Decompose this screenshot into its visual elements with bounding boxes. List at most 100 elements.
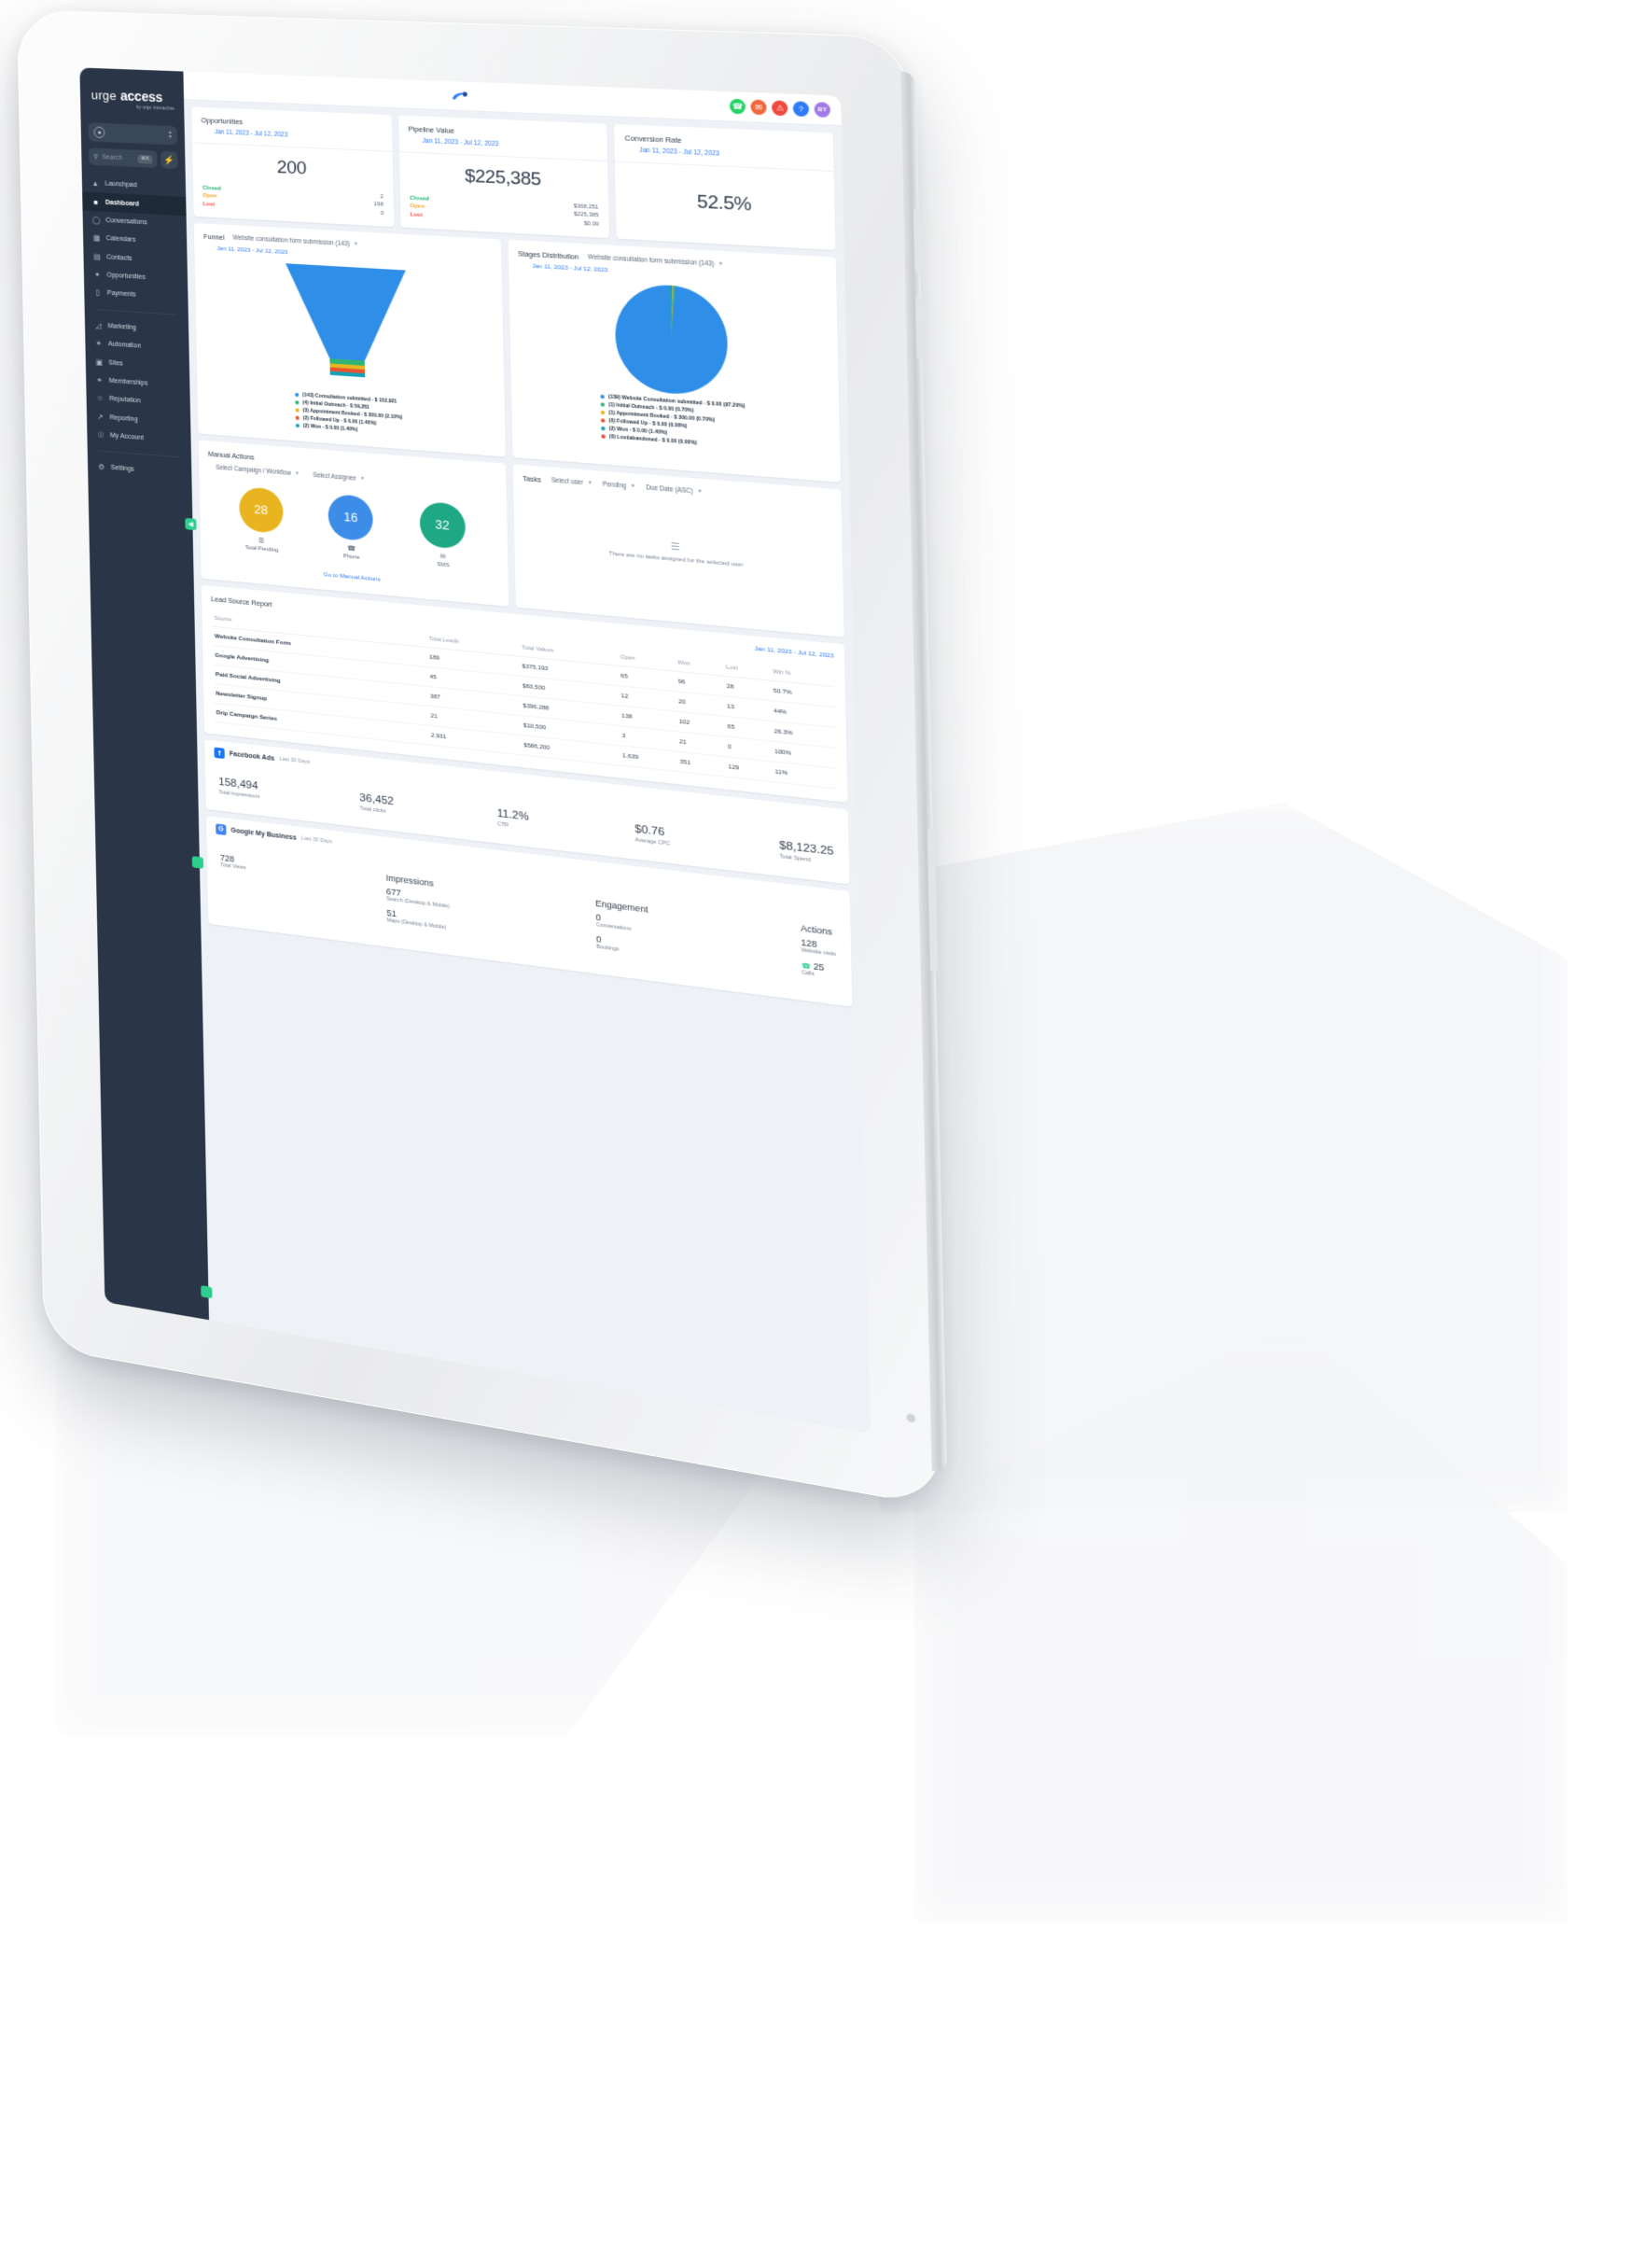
sidebar-nav-settings: ⚙ Settings [88, 457, 192, 484]
gmb-impressions: Impressions 677 Search (Desktop & Mobile… [385, 873, 450, 937]
panel-title: Lead Source Report [211, 594, 272, 609]
kpi-stat-label: Lost [410, 211, 423, 218]
kpi-stat-value: 2 [380, 193, 383, 201]
funnel-body: (143) Consultation submitted - $ 152,921… [203, 251, 495, 444]
panel-title: Funnel [203, 231, 225, 242]
tablet-mockup: urge access by urge interactive ● ▴ ▾ ⚲ S… [17, 9, 947, 1508]
sidebar-item-label: My Account [109, 432, 144, 442]
legend-color-dot [295, 423, 300, 428]
stages-body: (139) Website Consultation submitted - $… [518, 269, 829, 469]
search-shortcut-badge: ⌘K [137, 154, 153, 164]
legend-color-dot [601, 433, 606, 439]
funnel-panel: Funnel Website consultation form submiss… [193, 222, 506, 457]
stat-value: $0.76 [634, 822, 665, 839]
sidebar-divider [98, 450, 180, 458]
legend-color-dot [601, 426, 606, 431]
brand-name-secondary: access [119, 88, 163, 105]
opportunities-icon: ✦ [93, 270, 101, 280]
sidebar-item-label: Contacts [106, 253, 132, 262]
account-icon: ☉ [97, 430, 105, 440]
dropdown-label: Select Assignee [313, 471, 356, 483]
avatar[interactable]: BY [814, 102, 831, 119]
screenshot-root: urge access by urge interactive ● ▴ ▾ ⚲ S… [0, 0, 1631, 2268]
memberships-icon: ⚭ [96, 375, 103, 385]
manual-action-total-pending[interactable]: 28 ☰ Total Pending [238, 485, 284, 554]
charts-row: Funnel Website consultation form submiss… [193, 222, 842, 483]
kpi-stat-value: $225,385 [573, 211, 599, 219]
chat-icon: ◯ [91, 216, 101, 225]
manual-action-sms[interactable]: 32 ✉ SMS [419, 500, 466, 569]
funnel-chart [278, 262, 416, 395]
main-area: ☎ ✉ ⚠ ? BY Opportunities Jan 11, 2023 - … [183, 71, 871, 1434]
sidebar-item-label: Conversations [105, 217, 147, 227]
sidebar-nav-primary: ▲ Launchpad ■ Dashboard ◯ Conversations … [82, 174, 188, 308]
pie-chart [614, 281, 729, 398]
search-icon: ⚲ [93, 153, 99, 161]
sidebar-item-label: Dashboard [105, 199, 140, 208]
assignee-dropdown[interactable]: Select Assignee ▼ [313, 471, 365, 483]
sidebar-item-settings[interactable]: ⚙ Settings [88, 457, 192, 484]
payments-icon: ▯ [95, 288, 100, 298]
sidebar-item-label: Marketing [107, 322, 137, 331]
kpi-stat-value: $0.00 [583, 220, 600, 228]
legend-color-dot [295, 407, 300, 413]
lead-source-date-range[interactable]: Jan 11, 2023 - Jul 12, 2023 [755, 645, 834, 660]
dashboard-content: Opportunities Jan 11, 2023 - Jul 12, 202… [184, 100, 871, 1434]
kpi-stat-label: Closed [202, 185, 221, 192]
chevron-down-icon: ▼ [697, 488, 703, 496]
help-icon[interactable]: ? [792, 101, 810, 118]
sidebar-item-label: Opportunities [106, 272, 146, 282]
gmb-engagement: Engagement 0 Conversations 0 Bookings [595, 898, 649, 962]
legend-color-dot [600, 410, 606, 415]
empty-list-icon: ☰ [670, 540, 680, 553]
notifications-icon[interactable]: ⚠ [771, 100, 788, 117]
dropdown-label: Select Campaign / Workflow [216, 464, 291, 477]
manual-actions-circles: 28 ☰ Total Pending 16 ☎ Phone 32 ✉ SMS [209, 483, 498, 573]
kpi-card-pipeline-value: Pipeline Value Jan 11, 2023 - Jul 12, 20… [397, 115, 610, 238]
kpi-value: $225,385 [464, 165, 542, 190]
stat-average-cpc: $0.76 Average CPC [634, 823, 670, 847]
megaphone-icon: ◿ [95, 320, 102, 330]
account-avatar-icon: ● [93, 126, 105, 139]
app-logo-icon [452, 91, 468, 100]
panel-handle[interactable] [201, 1285, 213, 1299]
panel-handle[interactable] [191, 856, 204, 869]
sidebar-item-label: Automation [107, 341, 142, 350]
announcement-icon[interactable]: ✉ [750, 99, 767, 116]
sidebar-item-label: Calendars [105, 235, 136, 245]
funnel-selector[interactable]: Website consultation form submission (14… [232, 234, 358, 248]
automation-icon: ✶ [95, 339, 102, 349]
chevron-down-icon: ▼ [630, 483, 636, 490]
kpi-value: 200 [276, 157, 307, 179]
sidebar-collapse-handle[interactable]: ◀ [185, 517, 197, 531]
tasks-empty-state: ☰ There are no tasks assigned for the se… [523, 483, 833, 623]
brand-name-primary: urge [91, 88, 118, 104]
legend-color-dot [600, 401, 606, 407]
kpi-stat-value: 0 [380, 210, 384, 217]
reporting-icon: ↗ [97, 412, 104, 422]
chevron-updown-icon: ▴ ▾ [168, 129, 172, 141]
kpi-card-conversion-rate: Conversion Rate Jan 11, 2023 - Jul 12, 2… [614, 123, 836, 250]
account-switcher[interactable]: ● ▴ ▾ [88, 122, 178, 146]
campaign-workflow-dropdown[interactable]: Select Campaign / Workflow ▼ [216, 464, 300, 477]
tasks-panel: Tasks Select user ▼ Pending ▼ Due Date (… [512, 464, 844, 637]
manual-action-phone[interactable]: 16 ☎ Phone [328, 493, 374, 562]
volume-down-button[interactable] [915, 295, 925, 360]
whatsapp-icon[interactable]: ☎ [729, 98, 746, 115]
sidebar-item-label: Reputation [109, 396, 141, 405]
google-icon: G [216, 823, 227, 835]
chevron-down-icon: ▼ [294, 470, 300, 477]
legend-color-dot [295, 415, 300, 420]
facebook-icon: f [214, 747, 225, 759]
section-subtitle: Last 30 Days [279, 756, 311, 766]
search-input[interactable]: ⚲ Search ⌘K [89, 147, 158, 169]
volume-up-button[interactable] [913, 209, 923, 273]
kpi-stat-value: $368,251 [573, 203, 599, 211]
kpi-stat-label: Open [410, 203, 425, 211]
stat-label: CTR [496, 820, 509, 829]
quick-action-button[interactable]: ⚡ [160, 150, 178, 170]
cell-lost: 129 [724, 756, 773, 782]
kpi-card-opportunities: Opportunities Jan 11, 2023 - Jul 12, 202… [191, 106, 394, 227]
funnel-legend: (143) Consultation submitted - $ 152,921… [295, 390, 402, 437]
star-icon: ☆ [96, 394, 104, 403]
